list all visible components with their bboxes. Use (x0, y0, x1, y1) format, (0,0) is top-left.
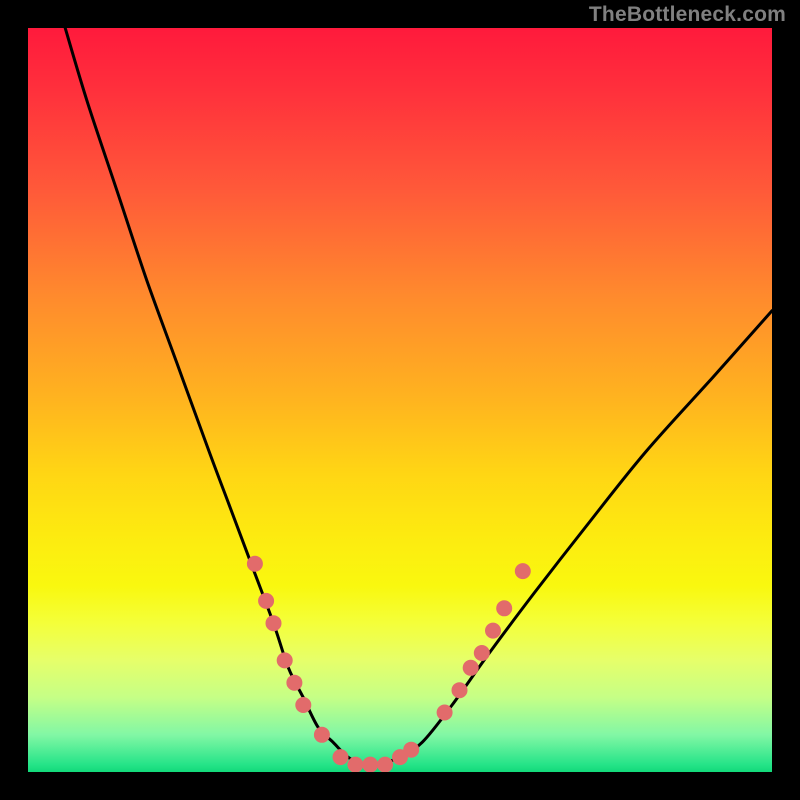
curve-marker (258, 593, 274, 609)
curve-marker (277, 652, 293, 668)
plot-area (28, 28, 772, 772)
curve-marker (347, 757, 363, 772)
watermark-text: TheBottleneck.com (589, 3, 786, 27)
curve-marker (377, 757, 393, 772)
curve-markers (247, 556, 531, 772)
chart-svg (28, 28, 772, 772)
bottleneck-curve (65, 28, 772, 766)
curve-marker (515, 563, 531, 579)
curve-marker (362, 757, 378, 772)
curve-marker (496, 600, 512, 616)
curve-marker (437, 705, 453, 721)
curve-marker (403, 742, 419, 758)
curve-marker (295, 697, 311, 713)
curve-marker (333, 749, 349, 765)
curve-marker (463, 660, 479, 676)
curve-marker (286, 675, 302, 691)
curve-marker (485, 623, 501, 639)
chart-frame: TheBottleneck.com (0, 0, 800, 800)
curve-marker (314, 727, 330, 743)
curve-marker (247, 556, 263, 572)
curve-marker (452, 682, 468, 698)
curve-marker (474, 645, 490, 661)
curve-marker (266, 615, 282, 631)
